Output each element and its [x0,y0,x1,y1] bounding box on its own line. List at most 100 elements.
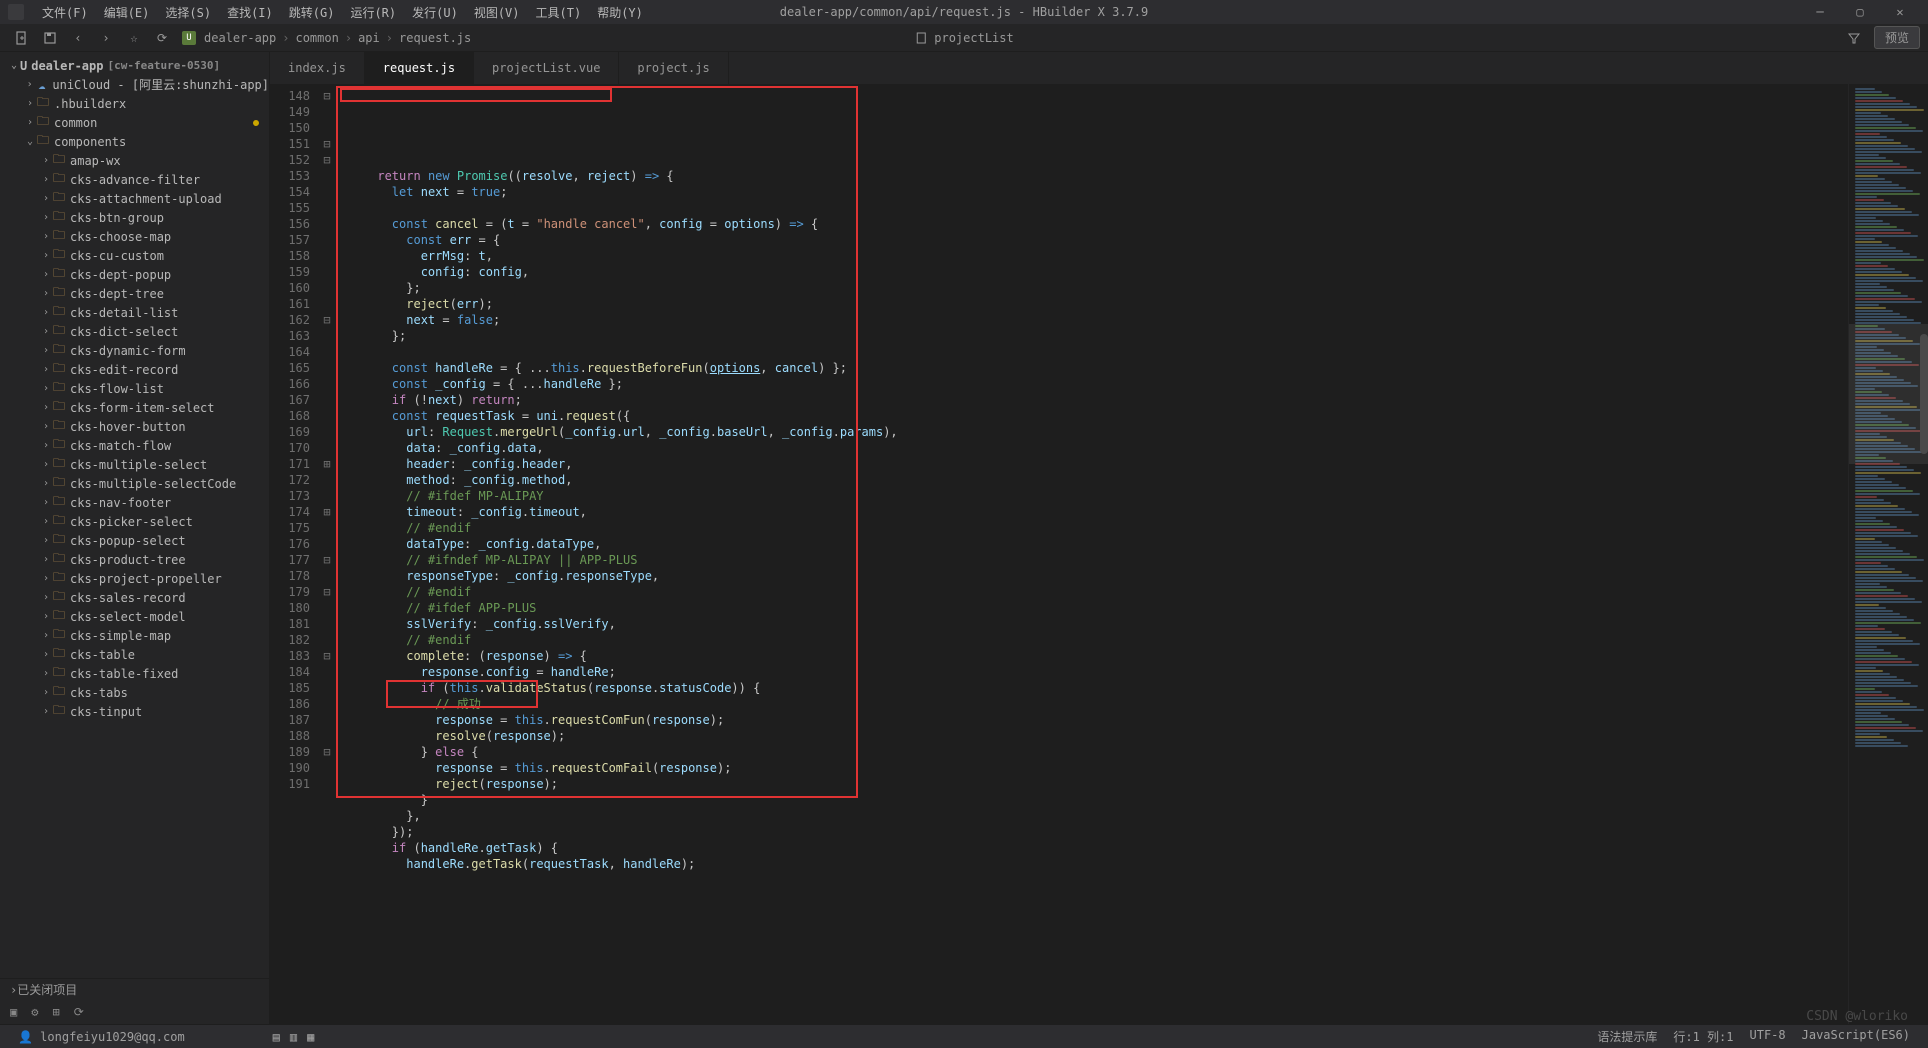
sidebar-folder[interactable]: ›🗀cks-table [0,645,269,664]
sidebar-folder[interactable]: ›🗀cks-attachment-upload [0,189,269,208]
language-mode[interactable]: JavaScript(ES6) [1794,1028,1918,1045]
project-list-label[interactable]: projectList [934,31,1013,45]
editor-tab[interactable]: index.js [270,52,365,84]
menu-item[interactable]: 查找(I) [219,4,281,21]
sidebar-folder[interactable]: ›🗀cks-choose-map [0,227,269,246]
sidebar-folder[interactable]: ›🗀cks-edit-record [0,360,269,379]
sidebar-folder[interactable]: ›🗀cks-tabs [0,683,269,702]
sidebar-folder[interactable]: ›🗀cks-dict-select [0,322,269,341]
menu-item[interactable]: 编辑(E) [96,4,158,21]
tree-label: cks-popup-select [70,534,186,548]
sidebar-item-components[interactable]: ⌄ 🗀 components [0,132,269,151]
sidebar-folder[interactable]: ›🗀cks-nav-footer [0,493,269,512]
menu-bar: 文件(F)编辑(E)选择(S)查找(I)跳转(G)运行(R)发行(U)视图(V)… [0,0,1928,24]
panel-icon[interactable]: ▦ [307,1030,314,1044]
sidebar-folder[interactable]: ›🗀cks-picker-select [0,512,269,531]
editor-tab[interactable]: project.js [619,52,728,84]
sidebar-item-hbuilderx[interactable]: › 🗀 .hbuilderx [0,94,269,113]
panel-icon[interactable]: ▤ [273,1030,280,1044]
refresh-icon[interactable]: ⟳ [148,26,176,50]
tree-label: cks-dynamic-form [70,344,186,358]
scrollbar-thumb[interactable] [1920,334,1928,454]
tree-label: cks-cu-custom [70,249,164,263]
sidebar-folder[interactable]: ›🗀cks-advance-filter [0,170,269,189]
menu-item[interactable]: 发行(U) [404,4,466,21]
annotation-box-line148 [340,88,612,102]
menu-item[interactable]: 文件(F) [34,4,96,21]
menu-item[interactable]: 工具(T) [528,4,590,21]
sidebar-folder[interactable]: ›🗀cks-sales-record [0,588,269,607]
syntax-library[interactable]: 语法提示库 [1589,1028,1665,1045]
breadcrumb-part[interactable]: request.js [395,31,475,45]
panel-icon[interactable]: ▥ [290,1030,297,1044]
menu-item[interactable]: 运行(R) [342,4,404,21]
minimize-button[interactable]: ─ [1800,0,1840,24]
settings-icon[interactable]: ⚙ [31,1005,38,1019]
sidebar-folder[interactable]: ›🗀cks-flow-list [0,379,269,398]
folder-icon: 🗀 [52,363,66,377]
closed-projects-row[interactable]: › 已关闭项目 [0,978,269,1000]
editor-tab[interactable]: projectList.vue [474,52,619,84]
window-title: dealer-app/common/api/request.js - HBuil… [780,5,1148,19]
sync-icon[interactable]: ⟳ [74,1005,84,1019]
tree-label: cks-edit-record [70,363,178,377]
sidebar-folder[interactable]: ›🗀cks-cu-custom [0,246,269,265]
menu-item[interactable]: 选择(S) [157,4,219,21]
sidebar-folder[interactable]: ›🗀cks-popup-select [0,531,269,550]
chevron-right-icon: › [40,326,52,337]
preview-button[interactable]: 预览 [1874,26,1920,49]
menu-item[interactable]: 视图(V) [466,4,528,21]
sidebar-item-unicloud[interactable]: › ☁ uniCloud - [阿里云:shunzhi-app] [0,75,269,94]
encoding[interactable]: UTF-8 [1742,1028,1794,1045]
sidebar-folder[interactable]: ›🗀cks-select-model [0,607,269,626]
sidebar-folder[interactable]: ›🗀cks-project-propeller [0,569,269,588]
sidebar-folder[interactable]: ›🗀cks-simple-map [0,626,269,645]
sidebar-folder[interactable]: ›🗀cks-hover-button [0,417,269,436]
tree-label: cks-btn-group [70,211,164,225]
grid-icon[interactable]: ⊞ [52,1005,59,1019]
sidebar-folder[interactable]: ›🗀cks-product-tree [0,550,269,569]
save-icon[interactable] [36,26,64,50]
nav-back-icon[interactable]: ‹ [64,26,92,50]
breadcrumb-root[interactable]: dealer-app [200,31,280,45]
user-account[interactable]: 👤 longfeiyu1029@qq.com [10,1030,193,1044]
nav-forward-icon[interactable]: › [92,26,120,50]
sidebar-folder[interactable]: ›🗀amap-wx [0,151,269,170]
sidebar-folder[interactable]: ›🗀cks-tinput [0,702,269,721]
sidebar-folder[interactable]: ›🗀cks-dynamic-form [0,341,269,360]
menu-item[interactable]: 帮助(Y) [589,4,651,21]
sidebar-item-common[interactable]: › 🗀 common [0,113,269,132]
sidebar-folder[interactable]: ›🗀cks-detail-list [0,303,269,322]
tree-label: cks-attachment-upload [70,192,222,206]
line-column[interactable]: 行:1 列:1 [1665,1028,1741,1045]
editor-tab[interactable]: request.js [365,52,474,84]
maximize-button[interactable]: ▢ [1840,0,1880,24]
close-button[interactable]: ✕ [1880,0,1920,24]
code-editor[interactable]: return new Promise((resolve, reject) => … [334,84,1848,1024]
menu-item[interactable]: 跳转(G) [281,4,343,21]
sidebar-folder[interactable]: ›🗀cks-dept-popup [0,265,269,284]
filter-icon[interactable] [1840,26,1868,50]
sidebar-folder[interactable]: ›🗀cks-form-item-select [0,398,269,417]
sidebar-folder[interactable]: ›🗀cks-btn-group [0,208,269,227]
terminal-icon[interactable]: ▣ [10,1005,17,1019]
tree-label: cks-tinput [70,705,142,719]
tree-label: cks-dict-select [70,325,178,339]
editor-area: index.jsrequest.jsprojectList.vueproject… [270,52,1928,1024]
star-icon[interactable]: ☆ [120,26,148,50]
minimap-viewport[interactable] [1849,324,1928,464]
sidebar-folder[interactable]: ›🗀cks-match-flow [0,436,269,455]
sidebar-folder[interactable]: ›🗀cks-dept-tree [0,284,269,303]
new-file-icon[interactable] [8,26,36,50]
folder-icon: 🗀 [52,420,66,434]
sidebar-folder[interactable]: ›🗀cks-multiple-select [0,455,269,474]
breadcrumb-part[interactable]: common [291,31,342,45]
sidebar-folder[interactable]: ›🗀cks-multiple-selectCode [0,474,269,493]
minimap[interactable] [1848,84,1928,1024]
breadcrumb-part[interactable]: api [354,31,384,45]
sidebar-folder[interactable]: ›🗀cks-table-fixed [0,664,269,683]
chevron-right-icon: › [40,478,52,489]
project-root[interactable]: ⌄ U dealer-app [cw-feature-0530] [0,56,269,75]
chevron-right-icon: › [40,307,52,318]
editor-tabs: index.jsrequest.jsprojectList.vueproject… [270,52,1928,84]
